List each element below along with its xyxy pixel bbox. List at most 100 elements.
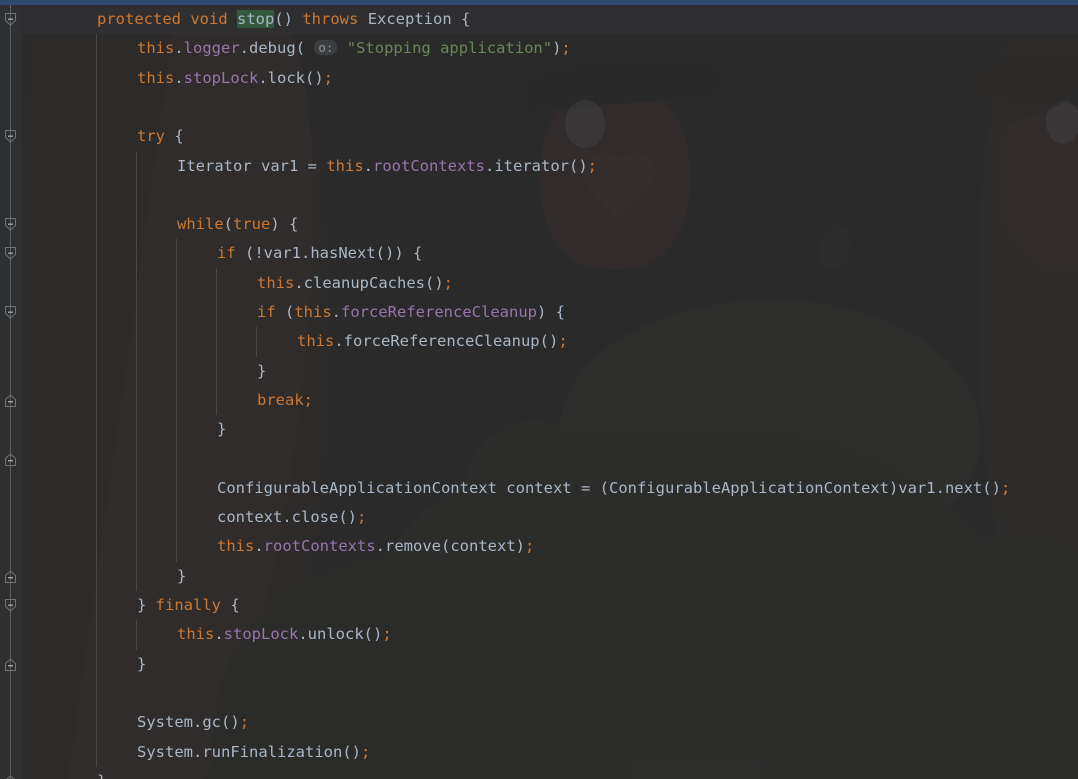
code-line[interactable]: Iterator var1 = this.rootContexts.iterat…: [0, 152, 1078, 181]
code-line[interactable]: System.runFinalization();: [0, 738, 1078, 767]
code-line[interactable]: if (this.forceReferenceCleanup) {: [0, 298, 1078, 327]
code-token: System: [137, 713, 193, 732]
code-token: this: [217, 537, 255, 556]
code-line[interactable]: context.close();: [0, 503, 1078, 532]
code-line[interactable]: this.logger.debug( o: "Stopping applicat…: [0, 34, 1078, 63]
code-token: }: [137, 596, 156, 614]
code-token: ;: [357, 508, 367, 527]
code-token: .: [174, 68, 184, 87]
code-line[interactable]: [0, 93, 1078, 122]
code-token: ;: [1000, 478, 1011, 497]
code-token: this: [294, 303, 332, 321]
code-token: iterator: [494, 156, 569, 175]
code-line[interactable]: ConfigurableApplicationContext context =…: [0, 474, 1078, 503]
code-token: rootContexts: [373, 156, 485, 175]
code-token: }: [177, 566, 187, 585]
code-line[interactable]: }: [0, 767, 1078, 779]
code-line[interactable]: this.stopLock.lock();: [0, 64, 1078, 93]
code-line[interactable]: if (!var1.hasNext()) {: [0, 239, 1078, 268]
code-token: .: [485, 156, 495, 175]
code-token: .: [334, 332, 344, 351]
code-token: (): [338, 508, 357, 527]
code-token: .: [331, 303, 342, 321]
parameter-name-hint[interactable]: o:: [314, 40, 338, 56]
code-line-content: } finally {: [22, 596, 240, 614]
code-line-content: }: [22, 567, 186, 585]
code-line[interactable]: System.gc();: [0, 708, 1078, 737]
code-token: (: [275, 303, 295, 321]
active-tab-underline: [0, 0, 1078, 5]
code-token: (: [590, 478, 609, 497]
code-token: if: [257, 303, 276, 321]
code-token: .: [298, 625, 308, 644]
code-token: (): [982, 478, 1001, 497]
code-line[interactable]: this.cleanupCaches();: [0, 269, 1078, 298]
code-line[interactable]: while(true) {: [0, 210, 1078, 239]
code-token: ConfigurableApplicationContext: [608, 478, 889, 497]
code-line[interactable]: }: [0, 415, 1078, 444]
code-token: stopLock: [223, 625, 299, 644]
code-line-content: break;: [22, 391, 313, 409]
code-token: while: [177, 215, 224, 234]
code-token: .: [193, 713, 203, 732]
code-line-content: }: [22, 655, 146, 673]
code-token: .: [258, 68, 268, 87]
code-token: try: [137, 127, 165, 146]
code-token: close: [291, 508, 339, 527]
code-token: )var1.: [888, 478, 945, 497]
code-line[interactable]: try {: [0, 122, 1078, 151]
code-token: .: [375, 537, 385, 556]
code-line[interactable]: [0, 679, 1078, 708]
code-line[interactable]: } finally {: [0, 591, 1078, 620]
code-line[interactable]: this.forceReferenceCleanup();: [0, 327, 1078, 356]
code-token: stopLock: [183, 68, 259, 87]
code-line[interactable]: this.rootContexts.remove(context);: [0, 532, 1078, 561]
code-token: Exception: [367, 10, 452, 28]
code-line-content: this.logger.debug( o: "Stopping applicat…: [22, 39, 571, 57]
code-token: (): [425, 273, 444, 292]
code-token: }: [137, 654, 147, 673]
code-editor[interactable]: protected void stop() throws Exception {…: [0, 0, 1078, 779]
code-token: forceReferenceCleanup: [341, 303, 537, 321]
code-token: forceReferenceCleanup: [343, 332, 540, 351]
code-line-content: [22, 684, 57, 702]
code-line-content: this.forceReferenceCleanup();: [22, 332, 568, 350]
code-token: (context): [441, 537, 525, 556]
code-token: System: [137, 742, 193, 761]
code-line[interactable]: break;: [0, 386, 1078, 415]
code-line-content: try {: [22, 127, 184, 145]
code-line[interactable]: [0, 181, 1078, 210]
code-token: (): [274, 10, 303, 28]
code-token: ;: [382, 625, 392, 644]
highlighted-identifier: stop: [237, 10, 275, 28]
code-token: (): [342, 742, 361, 761]
code-line-content: [22, 98, 57, 116]
code-line[interactable]: }: [0, 650, 1078, 679]
code-line-content: System.gc();: [22, 713, 249, 731]
code-token: }: [257, 361, 267, 380]
code-token: ;: [303, 390, 314, 409]
code-line-content: ConfigurableApplicationContext context =…: [22, 479, 1010, 497]
code-line[interactable]: }: [0, 562, 1078, 591]
code-token: debug: [249, 39, 296, 58]
code-token: this: [257, 273, 295, 292]
code-token: remove: [385, 537, 441, 556]
code-line-content: System.runFinalization();: [22, 743, 370, 761]
code-token: (: [295, 39, 315, 58]
code-line-content: if (!var1.hasNext()) {: [22, 244, 422, 262]
code-token: ()) {: [375, 244, 423, 263]
code-line[interactable]: protected void stop() throws Exception {: [0, 5, 1078, 34]
code-token: .: [174, 39, 184, 58]
code-line[interactable]: }: [0, 357, 1078, 386]
code-text-area[interactable]: protected void stop() throws Exception {…: [0, 0, 1078, 779]
code-line[interactable]: this.stopLock.unlock();: [0, 620, 1078, 649]
code-token: .: [363, 156, 374, 175]
code-token: this: [137, 68, 175, 87]
code-line-content: }: [22, 420, 226, 438]
code-line[interactable]: [0, 445, 1078, 474]
code-line-content: this.cleanupCaches();: [22, 274, 453, 292]
